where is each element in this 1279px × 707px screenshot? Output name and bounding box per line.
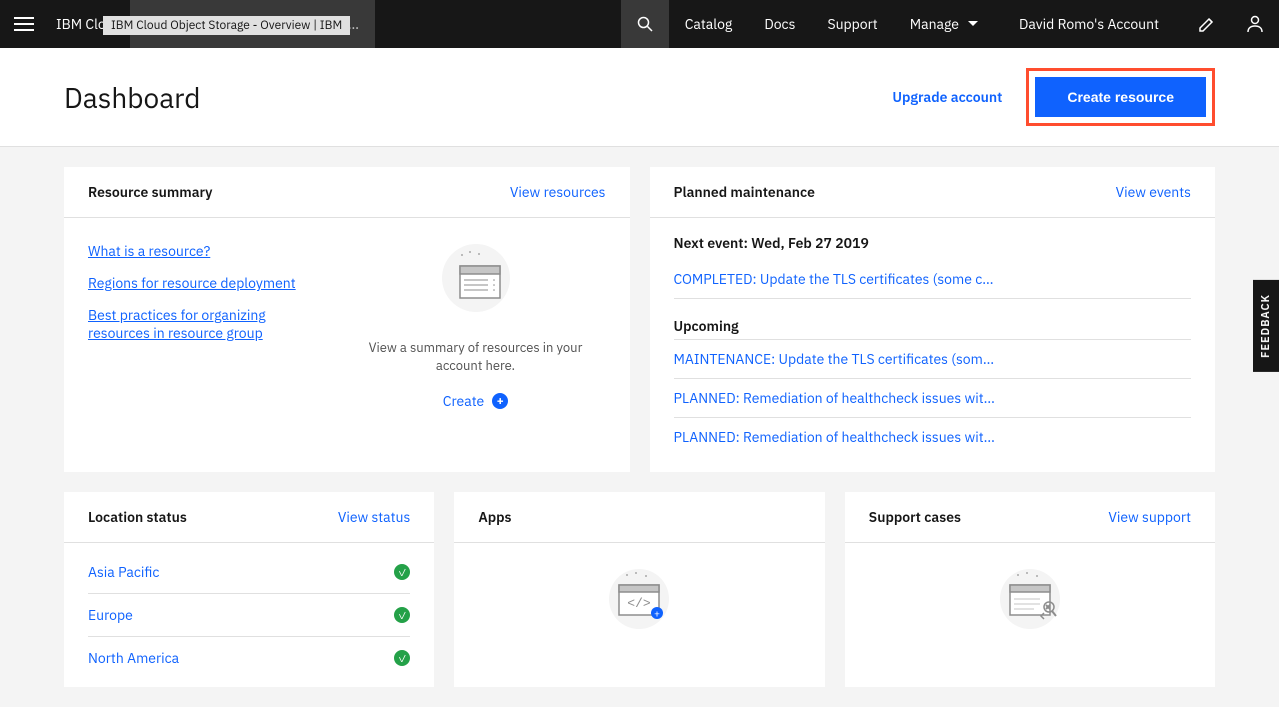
nav-docs[interactable]: Docs [748, 0, 811, 48]
event-row[interactable]: COMPLETED: Update the TLS certificates (… [674, 260, 1192, 299]
top-nav: IBM Cloud Search resources and offerings… [0, 0, 1279, 48]
support-illustration-icon [994, 567, 1066, 631]
svg-text:+: + [654, 607, 660, 620]
status-ok-icon [394, 564, 410, 580]
event-row[interactable]: MAINTENANCE: Update the TLS certificates… [674, 340, 1192, 379]
nav-manage[interactable]: Manage [894, 0, 995, 48]
view-events-link[interactable]: View events [1116, 183, 1191, 201]
hamburger-menu-icon[interactable] [0, 0, 48, 48]
create-inline-label: Create [443, 392, 484, 410]
chevron-down-icon [967, 20, 979, 28]
create-resource-highlight: Create resource [1026, 68, 1215, 126]
view-support-link[interactable]: View support [1108, 508, 1191, 526]
upcoming-label: Upcoming [674, 307, 1192, 340]
edit-icon[interactable] [1183, 0, 1231, 48]
tab-tooltip: IBM Cloud Object Storage - Overview | IB… [103, 16, 350, 35]
resource-help-link[interactable]: Best practices for organizing resources … [88, 306, 322, 342]
status-ok-icon [394, 650, 410, 666]
resource-help-link[interactable]: Regions for resource deployment [88, 274, 322, 292]
view-resources-link[interactable]: View resources [510, 183, 606, 201]
apps-card: Apps </> + [454, 492, 824, 687]
planned-maintenance-card: Planned maintenance View events Next eve… [650, 167, 1216, 472]
location-row[interactable]: Asia Pacific [88, 551, 410, 594]
page-header: Dashboard Upgrade account Create resourc… [0, 48, 1279, 147]
status-ok-icon [394, 607, 410, 623]
location-row[interactable]: North America [88, 637, 410, 679]
svg-text:</>: </> [628, 596, 652, 611]
location-name: Asia Pacific [88, 563, 159, 581]
view-status-link[interactable]: View status [338, 508, 411, 526]
account-name[interactable]: David Romo's Account [995, 0, 1183, 48]
event-row[interactable]: PLANNED: Remediation of healthcheck issu… [674, 418, 1192, 456]
next-event-label: Next event: Wed, Feb 27 2019 [674, 234, 1192, 252]
create-resource-button[interactable]: Create resource [1035, 77, 1206, 117]
event-row[interactable]: PLANNED: Remediation of healthcheck issu… [674, 379, 1192, 418]
feedback-tab[interactable]: FEEDBACK [1253, 280, 1279, 372]
nav-support[interactable]: Support [811, 0, 893, 48]
nav-manage-label: Manage [910, 15, 959, 33]
resource-summary-card: Resource summary View resources What is … [64, 167, 630, 472]
nav-catalog[interactable]: Catalog [669, 0, 749, 48]
support-cases-card: Support cases View support [845, 492, 1215, 687]
page-title: Dashboard [64, 79, 201, 116]
location-title: Location status [88, 508, 187, 526]
location-row[interactable]: Europe [88, 594, 410, 637]
maintenance-title: Planned maintenance [674, 183, 815, 201]
location-name: Europe [88, 606, 133, 624]
search-icon[interactable] [621, 0, 669, 48]
apps-title: Apps [478, 508, 511, 526]
location-status-card: Location status View status Asia Pacific… [64, 492, 434, 687]
location-name: North America [88, 649, 179, 667]
resource-summary-title: Resource summary [88, 183, 213, 201]
create-resource-inline-link[interactable]: Create + [443, 392, 508, 410]
resource-illustration-icon [440, 242, 512, 314]
apps-illustration-icon: </> + [603, 567, 675, 631]
cases-title: Support cases [869, 508, 961, 526]
upgrade-account-link[interactable]: Upgrade account [892, 88, 1002, 106]
resource-illus-text: View a summary of resources in your acco… [346, 339, 606, 375]
resource-help-link[interactable]: What is a resource? [88, 242, 322, 260]
user-icon[interactable] [1231, 0, 1279, 48]
add-icon: + [492, 393, 508, 409]
